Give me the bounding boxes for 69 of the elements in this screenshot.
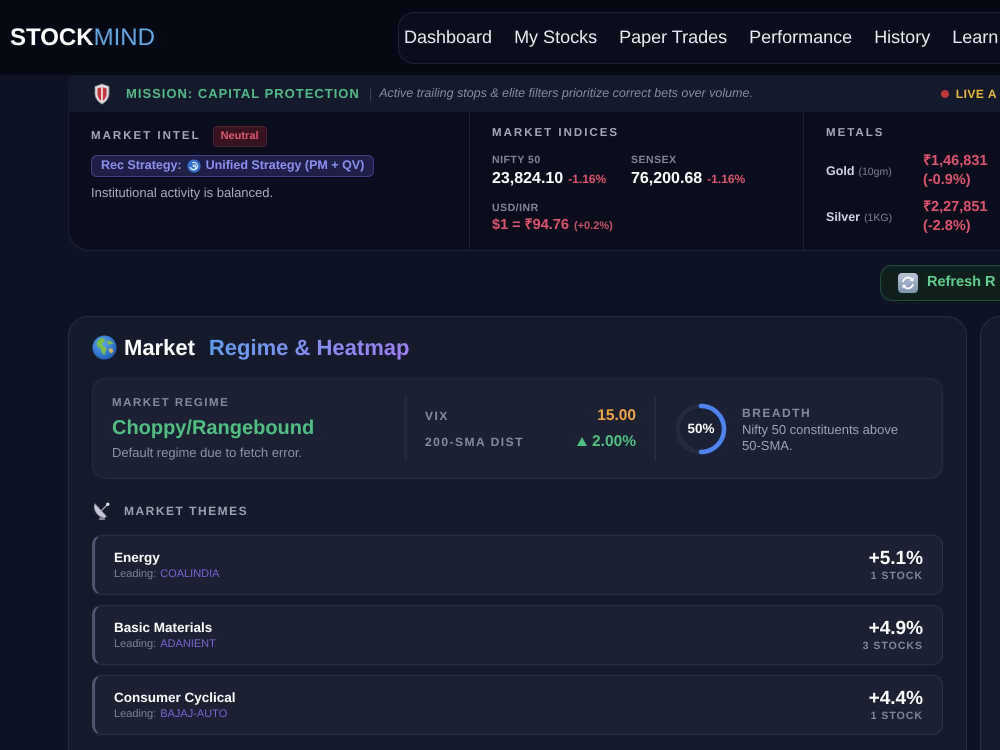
globe-icon (92, 334, 117, 360)
theme-name: Basic Materials (114, 618, 214, 636)
stock-count: 1 STOCK (870, 710, 923, 722)
stock-count: 1 STOCK (870, 570, 923, 582)
strategy-name: Unified Strategy (PM + QV) (206, 157, 364, 174)
theme-row[interactable]: Basic Materials Leading: ADANIENT +4.9% 3 STOCKS (92, 605, 943, 665)
index-label: SENSEX (631, 154, 678, 168)
index-change: -1.16% (707, 171, 746, 188)
breadth-label: BREADTH (742, 404, 812, 422)
mission-title: MISSION: CAPITAL PROTECTION (126, 84, 360, 103)
refresh-button[interactable]: Refresh R (880, 265, 1000, 301)
nav-link[interactable]: Paper Trades (615, 18, 732, 57)
shield-icon (94, 82, 110, 104)
index-value: 76,200.68 (631, 169, 702, 190)
metal-price: ₹1,46,831 (923, 152, 988, 172)
section-title: MARKET INTEL (91, 128, 201, 144)
refresh-icon (898, 273, 918, 293)
section-title: METALS (826, 126, 886, 141)
regime-note: Default regime due to fetch error. (112, 444, 304, 462)
leading-label: Leading: (114, 636, 156, 652)
live-dot-icon (940, 90, 949, 98)
spiral-icon (186, 158, 201, 172)
fx-change: (+0.2%) (574, 219, 613, 234)
metal-change: (-0.9%) (923, 171, 972, 190)
metal-name: Gold (826, 162, 854, 180)
theme-row[interactable]: Consumer Cyclical Leading: BAJAJ-AUTO +4.4% 1 STOCK (92, 675, 943, 735)
regime-value: Choppy/Rangebound (112, 416, 316, 441)
mission-text: Active trailing stops & elite filters prioritize correct bets over volume. (379, 85, 753, 102)
theme-name: Consumer Cyclical (114, 688, 236, 706)
index-value: 23,824.10 (492, 169, 564, 190)
leading-label: Leading: (114, 566, 156, 582)
separator: | (368, 84, 372, 103)
theme-change: +5.1% (868, 548, 923, 570)
strategy-label: Rec Strategy: (101, 157, 182, 174)
theme-change: +4.4% (868, 688, 923, 710)
breadth-note: Nifty 50 constituents above 50-SMA. (742, 422, 900, 454)
fx-value: $1 = ₹94.76 (492, 216, 569, 236)
regime-label: MARKET REGIME (112, 396, 230, 411)
stat-label: VIX (425, 408, 449, 424)
index-label: USD/INR (492, 202, 540, 216)
metal-unit: (1KG) (864, 210, 892, 226)
metal-name: Silver (826, 208, 860, 226)
section-title: MARKET INDICES (492, 126, 620, 141)
intel-note: Institutional activity is balanced. (91, 184, 274, 202)
stat-value: 15.00 (597, 406, 636, 426)
index-change: -1.16% (568, 171, 606, 188)
theme-change: +4.9% (868, 618, 923, 640)
logo[interactable]: STOCKMIND (10, 26, 155, 50)
card-title: Market (124, 334, 195, 362)
up-triangle-icon (577, 437, 588, 446)
stock-count: 3 STOCKS (862, 640, 923, 652)
metal-change: (-2.8%) (923, 217, 972, 236)
nav-link[interactable]: My Stocks (510, 18, 602, 57)
sentiment-badge: Neutral (212, 126, 267, 146)
section-title: MARKET THEMES (124, 502, 248, 520)
theme-name: Energy (114, 548, 161, 566)
nav-link[interactable]: Dashboard (400, 18, 496, 57)
metal-price: ₹2,27,851 (923, 198, 988, 218)
nav-link[interactable]: Learn (948, 18, 1000, 57)
live-label: LIVE A (956, 86, 997, 102)
metal-unit: (10gm) (858, 164, 892, 180)
stat-label: 200-SMA DIST (425, 434, 524, 450)
nav-link[interactable]: Performance (745, 18, 856, 57)
nav-link[interactable]: History (870, 18, 934, 57)
index-label: NIFTY 50 (492, 154, 542, 168)
leading-label: Leading: (114, 706, 156, 722)
stat-value: 2.00% (592, 432, 636, 452)
breadth-percent: 50% (687, 419, 715, 438)
theme-row[interactable]: Energy Leading: COALINDIA +5.1% 1 STOCK (92, 535, 943, 595)
